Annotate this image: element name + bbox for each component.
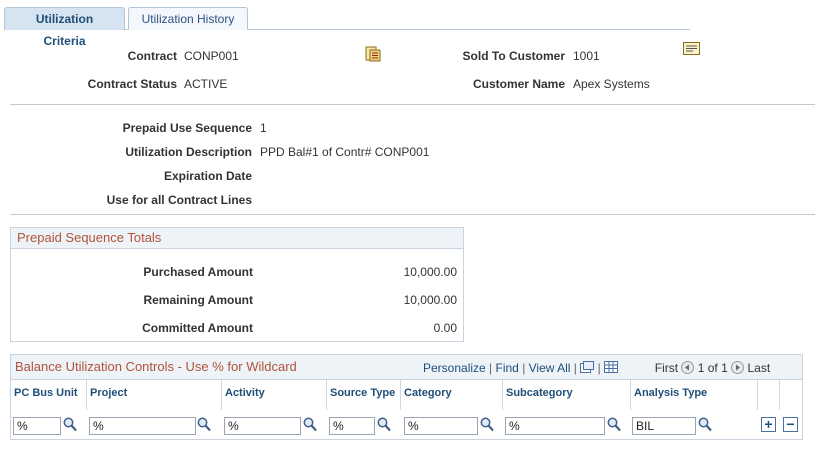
- subcategory-lookup-icon[interactable]: [607, 417, 621, 432]
- col-add: [758, 380, 780, 410]
- prepaid-use-sequence-label: Prepaid Use Sequence: [122, 121, 252, 135]
- view-all-link[interactable]: View All: [529, 361, 571, 375]
- find-link[interactable]: Find: [496, 361, 519, 375]
- first-link[interactable]: First: [655, 361, 678, 375]
- project-input[interactable]: [89, 417, 196, 435]
- col-pc-bus-unit[interactable]: PC Bus Unit: [11, 380, 87, 410]
- delete-row-button[interactable]: −: [783, 417, 798, 432]
- tab-bar: Utilization Criteria Utilization History: [4, 7, 690, 48]
- grid-navigation: Personalize | Find | View All | | First: [423, 361, 771, 375]
- pc-bus-unit-input[interactable]: [13, 417, 61, 435]
- prepaid-sequence-totals-title: Prepaid Sequence Totals: [11, 228, 463, 249]
- grid-title: Balance Utilization Controls - Use % for…: [15, 359, 297, 374]
- customer-name-value: Apex Systems: [573, 77, 650, 91]
- remaining-amount-value: 10,000.00: [403, 293, 457, 307]
- balance-utilization-grid: Balance Utilization Controls - Use % for…: [10, 354, 803, 440]
- committed-amount-label: Committed Amount: [142, 321, 253, 335]
- contract-status-label: Contract Status: [87, 77, 177, 91]
- subcategory-input[interactable]: [505, 417, 605, 435]
- col-source-type[interactable]: Source Type: [327, 380, 401, 410]
- col-subcategory[interactable]: Subcategory: [503, 380, 631, 410]
- divider-1: [10, 104, 815, 105]
- new-window-icon[interactable]: [580, 361, 595, 373]
- customer-info-icon[interactable]: [683, 42, 700, 55]
- col-project[interactable]: Project: [87, 380, 222, 410]
- expiration-date-label: Expiration Date: [163, 169, 252, 183]
- grid-header: Balance Utilization Controls - Use % for…: [11, 355, 802, 380]
- purchased-amount-value: 10,000.00: [403, 265, 457, 279]
- tab-utilization-criteria[interactable]: Utilization Criteria: [4, 7, 125, 48]
- category-lookup-icon[interactable]: [480, 417, 494, 432]
- committed-amount-value: 0.00: [433, 321, 457, 335]
- utilization-description-value: PPD Bal#1 of Contr# CONP001: [260, 145, 430, 159]
- prepaid-use-sequence-value: 1: [260, 121, 267, 135]
- use-for-all-contract-lines-label: Use for all Contract Lines: [106, 193, 252, 207]
- contract-label: Contract: [127, 49, 177, 63]
- col-activity[interactable]: Activity: [222, 380, 327, 410]
- personalize-link[interactable]: Personalize: [423, 361, 486, 375]
- project-lookup-icon[interactable]: [197, 417, 211, 432]
- contract-value: CONP001: [184, 49, 239, 63]
- customer-name-label: Customer Name: [472, 77, 565, 91]
- last-link[interactable]: Last: [747, 361, 770, 375]
- analysis-type-input[interactable]: [632, 417, 696, 435]
- source-type-input[interactable]: [329, 417, 375, 435]
- pc-bus-unit-lookup-icon[interactable]: [63, 417, 77, 432]
- next-row-icon[interactable]: [731, 361, 745, 374]
- contract-lookup-icon[interactable]: [364, 46, 382, 62]
- remaining-amount-label: Remaining Amount: [143, 293, 253, 307]
- row-count: 1 of 1: [697, 361, 728, 375]
- download-grid-icon[interactable]: [604, 361, 619, 373]
- contract-status-value: ACTIVE: [184, 77, 228, 91]
- purchased-amount-label: Purchased Amount: [143, 265, 253, 279]
- sold-to-customer-value: 1001: [573, 49, 600, 63]
- divider-2: [10, 214, 815, 215]
- add-row-button[interactable]: +: [761, 417, 776, 432]
- analysis-type-lookup-icon[interactable]: [698, 417, 712, 432]
- source-type-lookup-icon[interactable]: [377, 417, 391, 432]
- col-analysis-type[interactable]: Analysis Type: [631, 380, 758, 410]
- previous-row-icon[interactable]: [681, 361, 695, 374]
- col-category[interactable]: Category: [401, 380, 503, 410]
- col-delete: [780, 380, 802, 410]
- activity-input[interactable]: [224, 417, 301, 435]
- activity-lookup-icon[interactable]: [303, 417, 317, 432]
- category-input[interactable]: [404, 417, 478, 435]
- utilization-description-label: Utilization Description: [125, 145, 252, 159]
- tab-utilization-history[interactable]: Utilization History: [128, 7, 248, 30]
- prepaid-sequence-totals-group: Prepaid Sequence Totals Purchased Amount…: [10, 227, 464, 342]
- sold-to-customer-label: Sold To Customer: [462, 49, 565, 63]
